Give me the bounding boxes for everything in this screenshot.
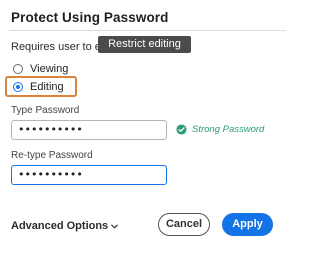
radio-viewing-button[interactable] — [13, 64, 23, 74]
chevron-down-icon — [111, 224, 118, 228]
radio-editing-label: Editing — [30, 81, 64, 93]
radio-viewing[interactable]: Viewing — [13, 63, 68, 75]
strength-text: Strong Password — [192, 124, 265, 135]
type-password-input[interactable]: •••••••••• — [11, 120, 167, 140]
dialog-title: Protect Using Password — [11, 10, 169, 25]
type-password-label: Type Password — [11, 105, 80, 116]
cancel-button[interactable]: Cancel — [158, 213, 210, 236]
apply-button[interactable]: Apply — [222, 213, 273, 236]
retype-password-label: Re-type Password — [11, 150, 93, 161]
advanced-options-toggle[interactable]: Advanced Options — [11, 220, 119, 232]
radio-editing[interactable]: Editing — [13, 81, 64, 93]
tooltip: Restrict editing — [98, 36, 191, 53]
radio-editing-button[interactable] — [13, 82, 23, 92]
title-divider — [9, 30, 286, 31]
check-circle-icon — [176, 124, 187, 135]
retype-password-input[interactable]: •••••••••• — [11, 165, 167, 185]
radio-viewing-label: Viewing — [30, 63, 69, 75]
password-strength: Strong Password — [176, 124, 264, 135]
protect-password-dialog: Protect Using Password Requires user to … — [0, 0, 292, 263]
advanced-options-label: Advanced Options — [11, 220, 109, 232]
